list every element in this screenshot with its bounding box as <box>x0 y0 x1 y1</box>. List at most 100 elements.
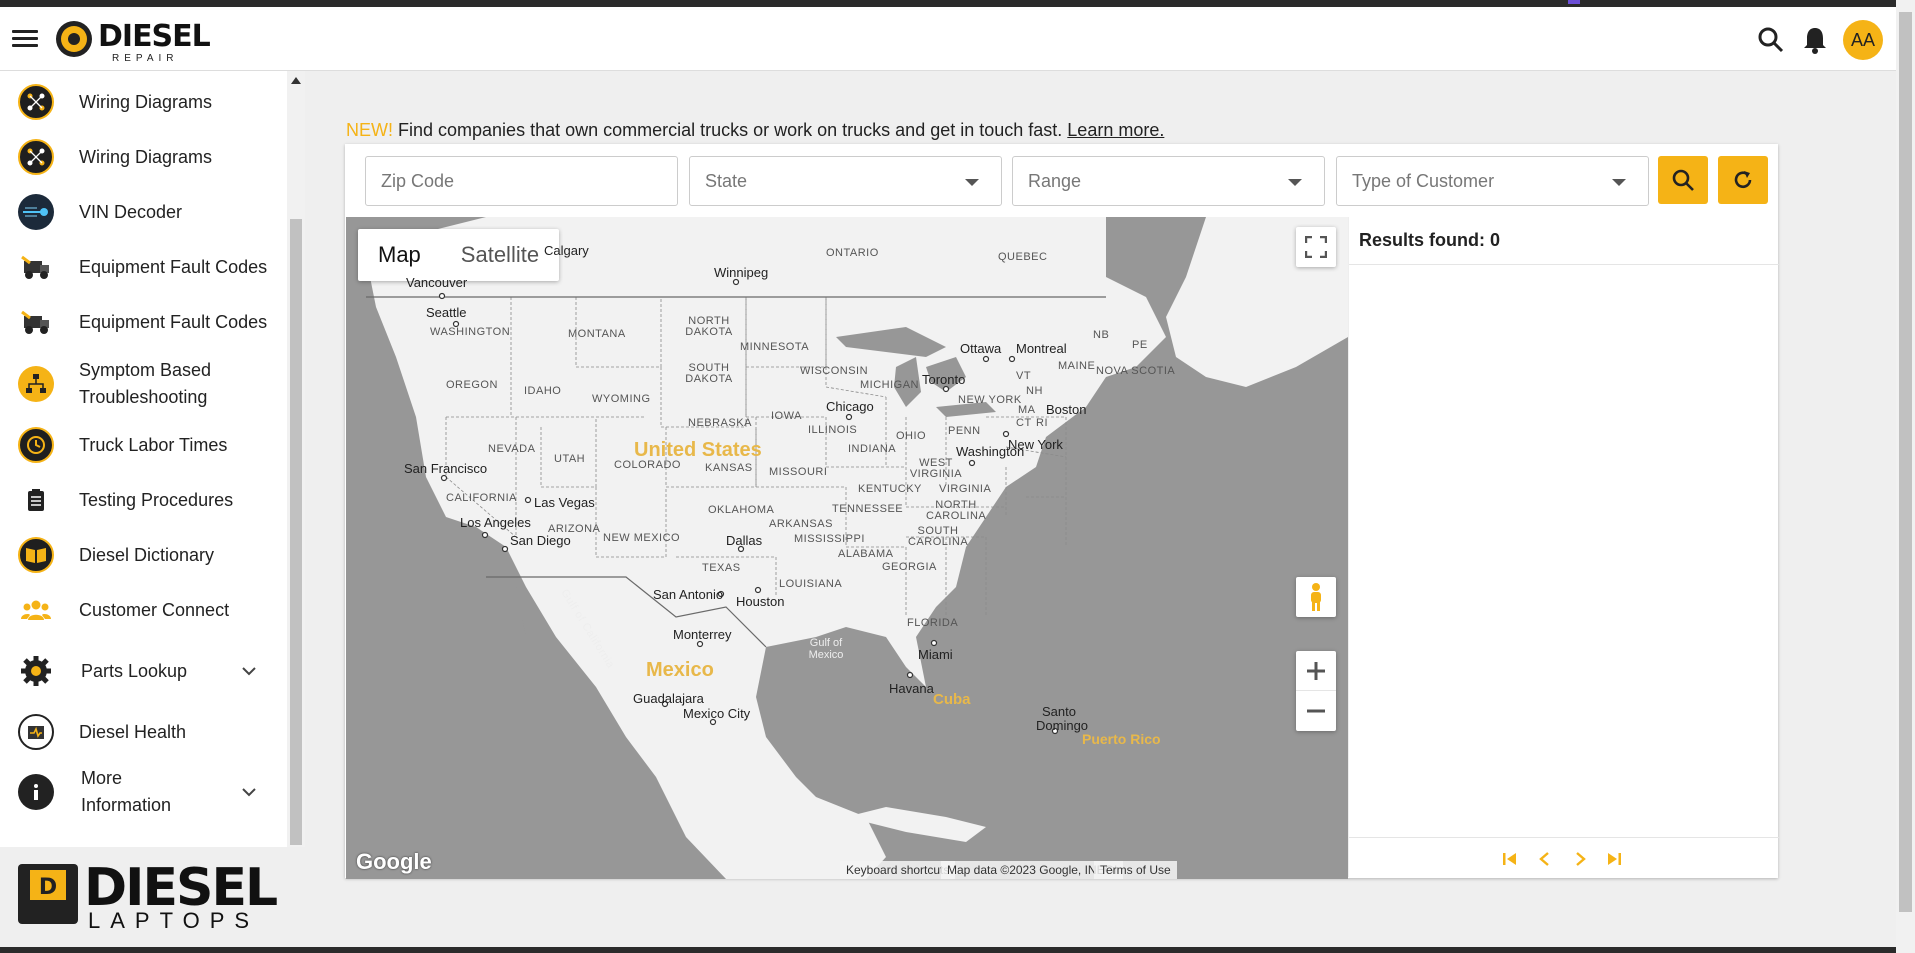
map-label: Guadalajara <box>633 691 704 706</box>
reset-button[interactable] <box>1718 156 1768 204</box>
map-label: LOUISIANA <box>779 578 843 590</box>
sidebar-item-parts-lookup[interactable]: Parts Lookup <box>0 646 287 696</box>
sidebar-item-equipment-fault-codes[interactable]: Equipment Fault Codes <box>0 297 287 347</box>
sidebar-item-label: Testing Procedures <box>79 489 234 510</box>
map-label: WASHINGTON <box>430 326 511 338</box>
diesel-laptops-logo[interactable]: D DIESEL LAPTOPS <box>16 858 286 933</box>
map-label: NEBRASKA <box>688 417 752 429</box>
first-page-icon[interactable] <box>1501 850 1519 868</box>
sidebar-item-truck-labor-times[interactable]: Truck Labor Times <box>0 420 287 470</box>
state-select-value: State <box>705 170 748 191</box>
browser-top-stripe <box>0 0 1915 7</box>
map-label: NEW YORK <box>958 394 1022 406</box>
fullscreen-button[interactable] <box>1296 227 1336 267</box>
map-label: UTAH <box>554 453 586 465</box>
google-logo: Google <box>356 849 432 874</box>
refresh-icon <box>1734 171 1752 189</box>
sidebar-item-wiring-diagrams[interactable]: Wiring Diagrams <box>0 77 287 127</box>
wiring-diagram-icon <box>18 139 54 175</box>
map-label: Puerto Rico <box>1082 731 1161 747</box>
map-label: VIRGINIA <box>939 483 992 495</box>
zoom-control <box>1296 651 1336 731</box>
map-label: KANSAS <box>705 462 753 474</box>
sidebar-item-symptom-troubleshooting[interactable]: Symptom Based Troubleshooting <box>0 353 287 415</box>
zoom-out-button[interactable] <box>1296 691 1336 731</box>
map-label: ONTARIO <box>826 247 879 259</box>
map-label: MAINE <box>1058 360 1096 372</box>
range-select[interactable]: Range <box>1012 156 1325 206</box>
map-label: VT <box>1016 370 1032 382</box>
sidebar-item-vin-decoder[interactable]: VIN Decoder <box>0 187 287 237</box>
info-icon <box>18 774 54 810</box>
map-type-map[interactable]: Map <box>358 229 441 281</box>
learn-more-link[interactable]: Learn more. <box>1067 120 1164 140</box>
map-label: Mexico <box>646 659 714 681</box>
next-page-icon[interactable] <box>1571 850 1589 868</box>
app-header: DIESEL REPAIR AA <box>0 7 1896 71</box>
sidebar-item-more-information[interactable]: More Information <box>0 761 287 823</box>
book-icon <box>18 537 54 573</box>
fullscreen-icon <box>1305 236 1327 258</box>
map-label: NB <box>1093 329 1110 341</box>
map-label: Boston <box>1046 402 1087 417</box>
footer-logo-sub: LAPTOPS <box>88 908 260 933</box>
map-label: Miami <box>918 647 953 662</box>
sidebar-item-diesel-dictionary[interactable]: Diesel Dictionary <box>0 530 287 580</box>
sidebar-item-diesel-health[interactable]: Diesel Health <box>0 707 287 757</box>
zip-code-input[interactable] <box>381 170 677 192</box>
map-label: KENTUCKY <box>858 483 922 495</box>
last-page-icon[interactable] <box>1605 850 1623 868</box>
clock-icon <box>18 427 54 463</box>
map-label: Havana <box>889 681 934 696</box>
map-label: TEXAS <box>702 562 741 574</box>
map-label: Los Angeles <box>460 515 531 530</box>
map-label: Dallas <box>726 533 763 548</box>
street-view-pegman[interactable] <box>1296 577 1336 617</box>
bottom-stripe <box>0 947 1896 953</box>
sidebar-item-customer-connect[interactable]: Customer Connect <box>0 585 287 635</box>
terms-of-use-link[interactable]: Terms of Use <box>1094 861 1177 879</box>
chevron-down-icon[interactable] <box>241 784 257 800</box>
map-label: NEVADA <box>488 443 536 455</box>
map-view[interactable]: Map Satellite Calgary Vancouver Seattle … <box>346 217 1348 879</box>
map-label: IDAHO <box>524 385 562 397</box>
page-scrollbar[interactable] <box>1896 0 1915 953</box>
map-label: WISCONSIN <box>800 365 869 377</box>
user-avatar[interactable]: AA <box>1843 20 1883 60</box>
vin-decoder-icon <box>18 194 54 230</box>
sidebar-item-wiring-diagrams[interactable]: Wiring Diagrams <box>0 132 287 182</box>
map-label: Seattle <box>426 305 467 320</box>
map-label: IOWA <box>771 410 802 422</box>
scroll-up-arrow-icon[interactable] <box>291 77 301 84</box>
zoom-in-button[interactable] <box>1296 651 1336 691</box>
menu-icon[interactable] <box>12 26 38 52</box>
state-select[interactable]: State <box>689 156 1002 206</box>
search-button[interactable] <box>1658 156 1708 204</box>
map-label: Monterrey <box>673 627 732 642</box>
zip-code-field[interactable] <box>365 156 678 206</box>
map-type-satellite[interactable]: Satellite <box>441 229 559 281</box>
customer-type-select[interactable]: Type of Customer <box>1336 156 1649 206</box>
map-label: Houston <box>736 594 785 609</box>
customer-connect-panel: State Range Type of Customer <box>345 144 1779 879</box>
map-label: Cuba <box>933 691 971 708</box>
chevron-down-icon[interactable] <box>241 663 257 679</box>
previous-page-icon[interactable] <box>1536 850 1554 868</box>
map-label: SOUTH CAROLINA <box>908 525 969 548</box>
clipboard-icon <box>18 482 54 518</box>
search-icon[interactable] <box>1756 25 1786 55</box>
dropdown-caret-icon <box>1288 179 1302 186</box>
sidebar-scroll-thumb[interactable] <box>290 219 302 845</box>
bell-icon[interactable] <box>1800 25 1830 55</box>
sidebar-item-equipment-fault-codes[interactable]: Equipment Fault Codes <box>0 242 287 292</box>
map-label: MA <box>1018 404 1036 416</box>
map-label: CALIFORNIA <box>446 492 518 504</box>
diesel-repair-logo[interactable]: DIESEL REPAIR <box>54 17 211 64</box>
map-label: WEST VIRGINIA <box>909 457 963 480</box>
sidebar-item-label: Symptom Based Troubleshooting <box>79 360 212 407</box>
map-label: San Francisco <box>404 461 488 476</box>
sidebar-item-testing-procedures[interactable]: Testing Procedures <box>0 475 287 525</box>
page-scroll-thumb[interactable] <box>1899 12 1912 912</box>
keyboard-shortcuts-link[interactable]: Keyboard shortcuts <box>840 861 956 879</box>
sidebar-scrollbar[interactable] <box>287 71 305 847</box>
